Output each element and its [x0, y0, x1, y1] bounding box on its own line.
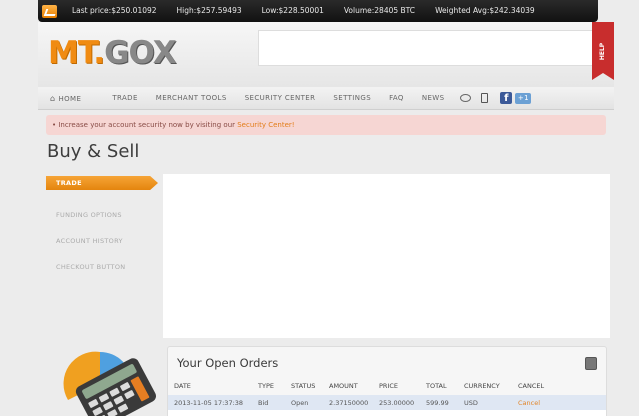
- facebook-icon[interactable]: f: [500, 92, 513, 104]
- ticker-high: High:$257.59493: [176, 6, 242, 15]
- ticker-last-price: Last price:$250.01092: [72, 6, 157, 15]
- header-banner: [258, 30, 614, 66]
- nav-home[interactable]: ⌂ HOME: [38, 94, 90, 103]
- mobile-icon[interactable]: [481, 93, 489, 103]
- cell-date: 2013-11-05 17:37:38: [174, 398, 244, 407]
- orders-header-row: DATE TYPE STATUS AMOUNT PRICE TOTAL CURR…: [168, 378, 606, 393]
- col-cancel[interactable]: CANCEL: [518, 382, 568, 390]
- nav-security-center[interactable]: SECURITY CENTER: [236, 94, 325, 102]
- cell-total: 599.99: [426, 398, 449, 407]
- ticker-volume: Volume:28405 BTC: [343, 6, 416, 15]
- col-currency[interactable]: CURRENCY: [464, 382, 518, 390]
- price-ticker: Last price:$250.01092 High:$257.59493 Lo…: [38, 0, 598, 22]
- alert-text: • Increase your account security now by …: [52, 121, 238, 129]
- home-icon: ⌂: [50, 93, 56, 103]
- chat-icon[interactable]: [460, 94, 472, 102]
- cell-price: 253.00000: [379, 398, 415, 407]
- col-status[interactable]: STATUS: [291, 382, 329, 390]
- mtgox-logo[interactable]: MT.GOX: [48, 35, 177, 71]
- security-center-link[interactable]: Security Center!: [237, 121, 294, 129]
- side-item-funding-options[interactable]: FUNDING OPTIONS: [46, 202, 158, 228]
- side-item-trade[interactable]: TRADE: [46, 176, 158, 190]
- nav-home-label: HOME: [58, 94, 82, 103]
- logo-mt-text: MT.: [48, 35, 105, 71]
- trade-panel: [163, 174, 610, 338]
- cancel-order-button[interactable]: Cancel: [518, 399, 568, 407]
- col-total[interactable]: TOTAL: [426, 382, 464, 390]
- nav-faq[interactable]: FAQ: [380, 94, 413, 102]
- table-row: [168, 410, 606, 416]
- open-orders-title: Your Open Orders: [177, 356, 279, 370]
- cell-amount: 2.37150000: [329, 398, 369, 407]
- ticker-low: Low:$228.50001: [261, 6, 324, 15]
- google-plus-icon[interactable]: +1: [515, 92, 532, 104]
- table-row: 2013-11-05 17:37:38 Bid Open 2.37150000 …: [168, 395, 606, 410]
- nav-settings[interactable]: SETTINGS: [324, 94, 380, 102]
- col-amount[interactable]: AMOUNT: [329, 382, 379, 390]
- site-header: MT.GOX HELP: [38, 22, 614, 87]
- chart-icon: [38, 0, 60, 22]
- ticker-weighted-avg: Weighted Avg:$242.34039: [435, 6, 535, 15]
- side-item-account-history[interactable]: ACCOUNT HISTORY: [46, 228, 158, 254]
- main-nav: ⌂ HOME TRADE MERCHANT TOOLS SECURITY CENT…: [38, 87, 614, 110]
- nav-news[interactable]: NEWS: [413, 94, 454, 102]
- open-orders-panel: Your Open Orders DATE TYPE STATUS AMOUNT…: [167, 346, 607, 416]
- calculator-icon: [63, 351, 156, 416]
- col-price[interactable]: PRICE: [379, 382, 426, 390]
- col-type[interactable]: TYPE: [258, 382, 291, 390]
- cell-status: Open: [291, 398, 309, 407]
- security-alert: • Increase your account security now by …: [46, 115, 606, 135]
- logo-gox-text: GOX: [104, 35, 177, 71]
- help-tab[interactable]: HELP: [592, 22, 614, 80]
- col-date[interactable]: DATE: [168, 382, 258, 390]
- page-title: Buy & Sell: [47, 141, 140, 162]
- cell-currency: USD: [464, 398, 478, 407]
- side-menu: TRADE FUNDING OPTIONS ACCOUNT HISTORY CH…: [46, 176, 158, 280]
- nav-merchant-tools[interactable]: MERCHANT TOOLS: [147, 94, 236, 102]
- side-item-checkout-button[interactable]: CHECKOUT BUTTON: [46, 254, 158, 280]
- nav-trade[interactable]: TRADE: [90, 94, 146, 102]
- cell-type: Bid: [258, 398, 269, 407]
- export-icon[interactable]: [585, 357, 597, 370]
- help-label: HELP: [599, 42, 607, 60]
